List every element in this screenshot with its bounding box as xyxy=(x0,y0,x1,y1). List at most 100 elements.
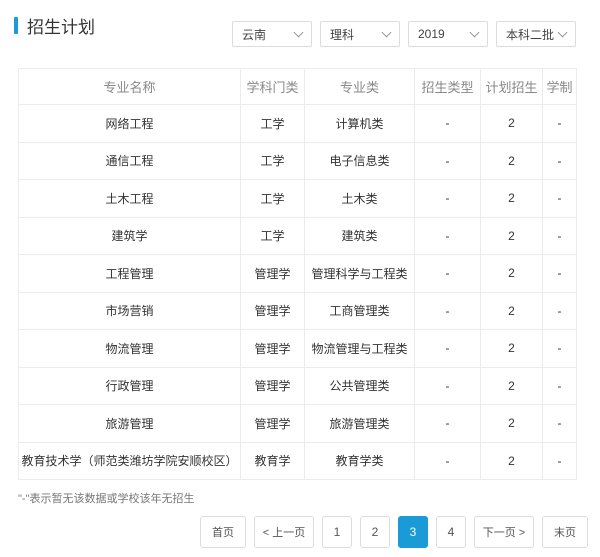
year-select-value: 2019 xyxy=(418,27,445,41)
subject-select[interactable]: 理科 xyxy=(320,21,400,47)
discipline-cell: 管理学 xyxy=(240,366,305,405)
prev-page-button[interactable]: < 上一页 xyxy=(254,516,314,548)
column-header-major: 专业名称 xyxy=(18,68,241,105)
next-page-button[interactable]: 下一页 > xyxy=(474,516,534,548)
table-row: 行政管理 管理学 公共管理类 -2- xyxy=(18,366,577,405)
duration-cell: - xyxy=(542,291,577,330)
section-header: 招生计划 xyxy=(14,14,95,37)
major-category-cell: 公共管理类 xyxy=(304,366,415,405)
table-row: 市场营销 管理学 工商管理类 -2- xyxy=(18,291,577,330)
column-header-duration: 学制 xyxy=(542,68,577,105)
province-select-value: 云南 xyxy=(242,27,267,42)
discipline-cell: 管理学 xyxy=(240,404,305,443)
major-category-cell: 管理科学与工程类 xyxy=(304,254,415,293)
major-name-cell: 行政管理 xyxy=(18,366,241,405)
duration-cell: - xyxy=(542,216,577,255)
major-name-cell: 建筑学 xyxy=(18,216,241,255)
enroll-type-cell: - xyxy=(414,104,481,143)
plan-count-cell: 2 xyxy=(480,141,543,180)
subject-select-value: 理科 xyxy=(330,27,355,42)
major-category-cell: 工商管理类 xyxy=(304,291,415,330)
plan-count-cell: 2 xyxy=(480,291,543,330)
major-name-cell: 物流管理 xyxy=(18,329,241,368)
major-name-cell: 通信工程 xyxy=(18,141,241,180)
plan-count-cell: 2 xyxy=(480,179,543,218)
major-name-cell: 旅游管理 xyxy=(18,404,241,443)
table-row: 建筑学 工学 建筑类 -2- xyxy=(18,216,577,255)
table-footnote: "-"表示暂无该数据或学校该年无招生 xyxy=(18,493,195,505)
discipline-cell: 工学 xyxy=(240,216,305,255)
page-button-4[interactable]: 4 xyxy=(436,516,466,548)
duration-cell: - xyxy=(542,104,577,143)
last-page-button[interactable]: 末页 xyxy=(542,516,588,548)
table-row: 工程管理 管理学 管理科学与工程类 -2- xyxy=(18,254,577,293)
major-category-cell: 教育学类 xyxy=(304,441,415,480)
enroll-type-cell: - xyxy=(414,179,481,218)
table-row: 土木工程 工学 土木类 -2- xyxy=(18,179,577,218)
first-page-button[interactable]: 首页 xyxy=(200,516,246,548)
major-name-cell: 教育技术学（师范类潍坊学院安顺校区） xyxy=(18,441,241,480)
batch-select-value: 本科二批 xyxy=(506,27,555,42)
table-header-row: 专业名称 学科门类 专业类 招生类型 计划招生 学制 xyxy=(18,68,577,105)
column-header-discipline: 学科门类 xyxy=(240,68,305,105)
pagination: 首页 < 上一页 1 2 3 4 下一页 > 末页 xyxy=(200,516,588,548)
column-header-major-category: 专业类 xyxy=(304,68,415,105)
duration-cell: - xyxy=(542,366,577,405)
discipline-cell: 工学 xyxy=(240,104,305,143)
enroll-type-cell: - xyxy=(414,216,481,255)
enroll-type-cell: - xyxy=(414,254,481,293)
duration-cell: - xyxy=(542,329,577,368)
page-title: 招生计划 xyxy=(27,17,95,37)
table-row: 网络工程 工学 计算机类 -2- xyxy=(18,104,577,143)
major-name-cell: 工程管理 xyxy=(18,254,241,293)
discipline-cell: 管理学 xyxy=(240,329,305,368)
major-category-cell: 计算机类 xyxy=(304,104,415,143)
chevron-down-icon xyxy=(293,27,304,37)
major-name-cell: 土木工程 xyxy=(18,179,241,218)
chevron-down-icon xyxy=(381,27,392,37)
duration-cell: - xyxy=(542,404,577,443)
duration-cell: - xyxy=(542,254,577,293)
major-category-cell: 建筑类 xyxy=(304,216,415,255)
table-row: 旅游管理 管理学 旅游管理类 -2- xyxy=(18,404,577,443)
enroll-type-cell: - xyxy=(414,404,481,443)
column-header-plan-count: 计划招生 xyxy=(480,68,543,105)
major-category-cell: 土木类 xyxy=(304,179,415,218)
table-row: 通信工程 工学 电子信息类 -2- xyxy=(18,141,577,180)
plan-count-cell: 2 xyxy=(480,366,543,405)
discipline-cell: 教育学 xyxy=(240,441,305,480)
enroll-type-cell: - xyxy=(414,329,481,368)
page-button-2[interactable]: 2 xyxy=(360,516,390,548)
enroll-type-cell: - xyxy=(414,366,481,405)
chevron-down-icon xyxy=(557,27,568,37)
discipline-cell: 工学 xyxy=(240,179,305,218)
major-name-cell: 网络工程 xyxy=(18,104,241,143)
filter-bar: 云南 理科 2019 本科二批 xyxy=(232,21,576,47)
province-select[interactable]: 云南 xyxy=(232,21,312,47)
chevron-down-icon xyxy=(469,27,480,37)
plan-count-cell: 2 xyxy=(480,104,543,143)
title-accent-bar xyxy=(14,16,18,34)
plan-count-cell: 2 xyxy=(480,441,543,480)
major-name-cell: 市场营销 xyxy=(18,291,241,330)
batch-select[interactable]: 本科二批 xyxy=(496,21,576,47)
plan-count-cell: 2 xyxy=(480,216,543,255)
plan-count-cell: 2 xyxy=(480,329,543,368)
page-button-3-current[interactable]: 3 xyxy=(398,516,428,548)
year-select[interactable]: 2019 xyxy=(408,21,488,47)
discipline-cell: 工学 xyxy=(240,141,305,180)
column-header-enroll-type: 招生类型 xyxy=(414,68,481,105)
table-row: 物流管理 管理学 物流管理与工程类 -2- xyxy=(18,329,577,368)
duration-cell: - xyxy=(542,141,577,180)
discipline-cell: 管理学 xyxy=(240,291,305,330)
discipline-cell: 管理学 xyxy=(240,254,305,293)
major-category-cell: 电子信息类 xyxy=(304,141,415,180)
page-button-1[interactable]: 1 xyxy=(322,516,352,548)
major-category-cell: 旅游管理类 xyxy=(304,404,415,443)
plan-count-cell: 2 xyxy=(480,254,543,293)
enroll-type-cell: - xyxy=(414,291,481,330)
enroll-type-cell: - xyxy=(414,141,481,180)
enroll-type-cell: - xyxy=(414,441,481,480)
table-row: 教育技术学（师范类潍坊学院安顺校区） 教育学 教育学类 -2- xyxy=(18,441,577,480)
duration-cell: - xyxy=(542,441,577,480)
